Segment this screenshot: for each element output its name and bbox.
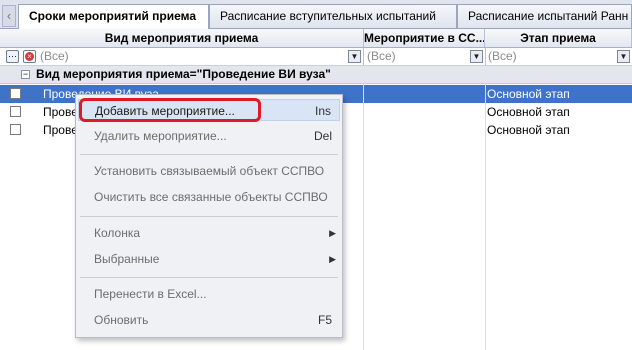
context-menu: Добавить мероприятие... Ins Удалить меро… bbox=[75, 94, 343, 338]
submenu-arrow-icon: ▶ bbox=[329, 228, 336, 238]
group-label: Вид мероприятия приема="Проведение ВИ ву… bbox=[36, 67, 331, 81]
cell-event-type: Прове bbox=[43, 105, 78, 119]
row-checkbox[interactable] bbox=[10, 88, 21, 99]
menu-separator bbox=[80, 154, 338, 155]
cell-stage: Основной этап bbox=[487, 105, 570, 119]
filter-row: ··· × (Все) ▼ (Все) ▼ (Все) ▼ bbox=[0, 48, 632, 66]
filter-event-type-dropdown[interactable]: ▼ bbox=[348, 50, 361, 63]
collapse-icon[interactable]: − bbox=[21, 70, 30, 79]
filter-stage-dropdown[interactable]: ▼ bbox=[617, 50, 630, 63]
menu-item-shortcut: Del bbox=[313, 129, 332, 143]
menu-item-label: Обновить bbox=[94, 313, 149, 327]
tab-early-exam-schedule[interactable]: Расписание испытаний Ранн bbox=[457, 4, 632, 28]
tab-scroll-left-button[interactable]: ‹ bbox=[2, 5, 16, 27]
filter-event-type[interactable]: (Все) bbox=[40, 48, 69, 65]
filter-stage[interactable]: (Все) bbox=[488, 48, 517, 65]
menu-item-export-excel[interactable]: Перенести в Excel... bbox=[78, 283, 340, 305]
divider bbox=[363, 48, 364, 65]
menu-item-set-sspvo-object[interactable]: Установить связываемый объект ССПВО bbox=[78, 160, 340, 182]
grid-header: Вид мероприятия приема Мероприятие в СС.… bbox=[0, 29, 632, 48]
row-checkbox[interactable] bbox=[10, 106, 21, 117]
highlight-annotation bbox=[79, 98, 261, 122]
column-header-event-sspvo[interactable]: Мероприятие в СС... bbox=[364, 29, 485, 47]
tab-entrance-exam-schedule[interactable]: Расписание вступительных испытаний bbox=[209, 4, 457, 28]
filter-event-sspvo[interactable]: (Все) bbox=[367, 48, 396, 65]
chevron-left-icon: ‹ bbox=[6, 8, 12, 23]
more-icon: ··· bbox=[8, 51, 17, 61]
column-divider bbox=[485, 84, 486, 350]
cell-stage: Основной этап bbox=[487, 123, 570, 137]
menu-separator bbox=[80, 277, 338, 278]
menu-item-clear-sspvo-objects[interactable]: Очистить все связанные объекты ССПВО bbox=[78, 186, 340, 208]
menu-item-label: Выбранные bbox=[94, 252, 160, 266]
menu-item-column[interactable]: Колонка ▶ bbox=[78, 222, 340, 244]
menu-separator bbox=[80, 216, 338, 217]
cell-stage: Основной этап bbox=[487, 87, 570, 101]
clear-filter-button[interactable]: × bbox=[23, 50, 36, 63]
filter-options-button[interactable]: ··· bbox=[6, 50, 19, 63]
divider bbox=[485, 48, 486, 65]
close-icon: × bbox=[25, 52, 34, 61]
group-row[interactable]: − Вид мероприятия приема="Проведение ВИ … bbox=[0, 66, 632, 84]
menu-item-label: Установить связываемый объект ССПВО bbox=[94, 164, 325, 178]
cell-event-type: Прове bbox=[43, 123, 78, 137]
submenu-arrow-icon: ▶ bbox=[329, 254, 336, 264]
chevron-down-icon: ▼ bbox=[472, 52, 481, 61]
chevron-down-icon: ▼ bbox=[350, 52, 359, 61]
menu-item-selected[interactable]: Выбранные ▶ bbox=[78, 248, 340, 270]
column-header-stage[interactable]: Этап приема bbox=[485, 29, 632, 47]
tab-bar: ‹ Сроки мероприятий приема Расписание вс… bbox=[0, 0, 632, 29]
menu-item-shortcut: Ins bbox=[314, 104, 331, 118]
menu-item-label: Колонка bbox=[94, 226, 141, 240]
tab-event-deadlines[interactable]: Сроки мероприятий приема bbox=[18, 4, 209, 29]
menu-item-label: Перенести в Excel... bbox=[94, 287, 207, 301]
menu-item-shortcut: F5 bbox=[317, 313, 332, 327]
filter-event-sspvo-dropdown[interactable]: ▼ bbox=[470, 50, 483, 63]
column-divider bbox=[363, 84, 364, 350]
row-checkbox[interactable] bbox=[10, 124, 21, 135]
menu-item-refresh[interactable]: Обновить F5 bbox=[78, 309, 340, 331]
menu-item-delete-event[interactable]: Удалить мероприятие... Del bbox=[78, 125, 340, 147]
column-header-event-type[interactable]: Вид мероприятия приема bbox=[0, 29, 364, 47]
chevron-down-icon: ▼ bbox=[619, 52, 628, 61]
menu-item-label: Удалить мероприятие... bbox=[94, 129, 227, 143]
menu-item-label: Очистить все связанные объекты ССПВО bbox=[94, 190, 328, 204]
